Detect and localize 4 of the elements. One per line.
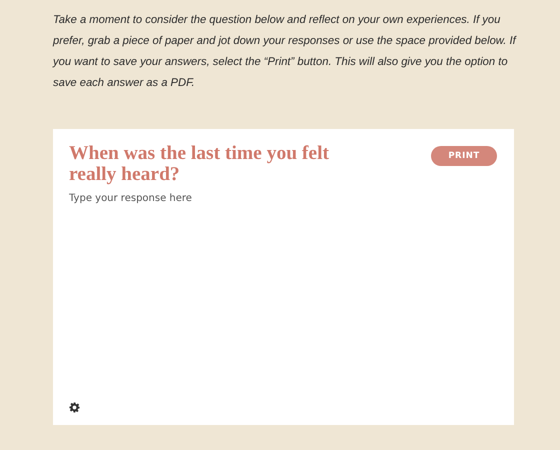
instructions-text: Take a moment to consider the question below and reflect on your own experiences. If you prefer, grab a piece of paper and jot down your responses or use the space provided below. If you want to save your answers, select the “Print” button. This will also give you the option to save each answer as a PDF. xyxy=(52,13,518,91)
question-heading: When was the last time you felt really heard? xyxy=(69,143,329,185)
settings-icon[interactable] xyxy=(69,402,80,413)
print-button[interactable]: PRINT xyxy=(431,146,497,166)
